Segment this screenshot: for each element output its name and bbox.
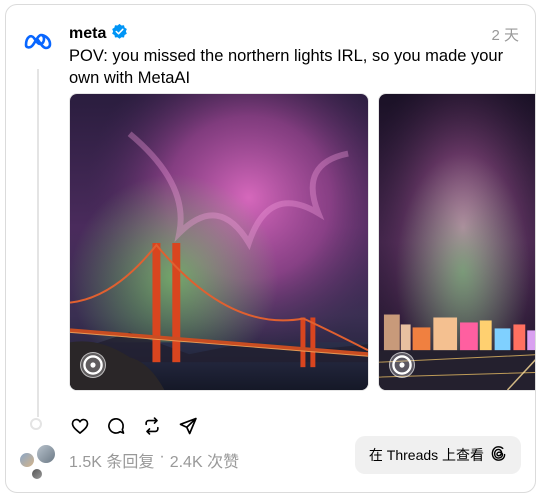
action-bar — [69, 415, 199, 437]
avatar — [35, 443, 57, 465]
view-on-threads-label: 在 Threads 上查看 — [368, 447, 485, 463]
verified-badge-icon — [111, 23, 128, 45]
repost-icon[interactable] — [141, 415, 163, 437]
ai-watermark-icon — [389, 352, 415, 378]
golden-gate-aurora-image[interactable] — [69, 93, 369, 391]
thread-line — [37, 69, 39, 417]
author-name[interactable]: meta — [69, 25, 106, 43]
thread-end-circle — [30, 418, 42, 430]
view-on-threads-button[interactable]: 在 Threads 上查看 — [355, 436, 521, 474]
avatar — [18, 451, 36, 469]
avatar — [30, 467, 44, 481]
heart-icon[interactable] — [69, 415, 91, 437]
media-carousel[interactable] — [69, 93, 535, 391]
meta-logo-avatar[interactable] — [20, 23, 56, 59]
reply-avatars[interactable] — [18, 443, 62, 487]
stats-separator: · — [159, 448, 165, 465]
ai-watermark-icon — [80, 352, 106, 378]
post-timestamp[interactable]: 2 天 — [491, 24, 519, 45]
threads-logo-icon — [490, 445, 507, 465]
threads-post-card: meta 2 天 POV: you missed the northern li… — [5, 4, 536, 493]
city-skyline-aurora-image[interactable] — [378, 93, 535, 391]
comment-icon[interactable] — [105, 415, 127, 437]
likes-count[interactable]: 2.4K 次赞 — [170, 448, 239, 472]
post-stats: 1.5K 条回复 · 2.4K 次赞 — [69, 448, 239, 472]
replies-count[interactable]: 1.5K 条回复 — [69, 448, 154, 472]
send-icon[interactable] — [177, 415, 199, 437]
post-text: POV: you missed the northern lights IRL,… — [69, 47, 504, 87]
